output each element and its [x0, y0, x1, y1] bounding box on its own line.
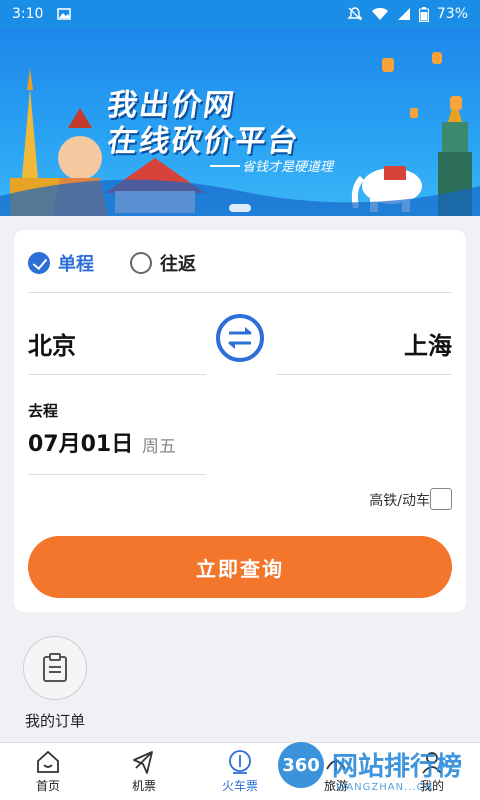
tab-home[interactable]: 首页 [0, 743, 96, 800]
high-speed-checkbox[interactable] [430, 488, 452, 510]
tab-home-label: 首页 [35, 779, 60, 793]
tab-flights-label: 机票 [131, 779, 156, 793]
oneway-radio[interactable] [28, 252, 50, 274]
departure-weekday: 周五 [142, 437, 176, 457]
tab-travel[interactable]: 旅游 [288, 743, 384, 800]
plane-icon [133, 751, 153, 774]
divider [28, 292, 452, 293]
tab-travel-label: 旅游 [323, 779, 348, 793]
roundtrip-label: 往返 [160, 254, 196, 275]
from-city[interactable]: 北京 [28, 326, 76, 361]
signal-icon [397, 8, 410, 20]
search-button[interactable]: 立即查询 [28, 536, 452, 598]
departure-underline [28, 474, 206, 475]
mute-icon [347, 7, 363, 21]
to-city[interactable]: 上海 [404, 326, 452, 361]
from-city-underline [28, 374, 206, 375]
tab-train-label: 火车票 [221, 779, 258, 793]
bottom-tab-bar: 首页 机票 火车票 旅游 我的 [0, 742, 480, 800]
banner-pager-indicator [229, 204, 251, 212]
my-orders-entry[interactable]: 我的订单 [22, 636, 88, 731]
tab-flights[interactable]: 机票 [96, 743, 192, 800]
tab-profile[interactable]: 我的 [384, 743, 480, 800]
swap-cities-icon[interactable] [215, 313, 265, 363]
to-city-underline [276, 374, 452, 375]
oneway-label: 单程 [58, 254, 94, 275]
orders-circle[interactable] [23, 636, 87, 700]
battery-level: 73% [436, 6, 468, 22]
clipboard-icon [43, 653, 67, 682]
clock: 3:10 [12, 6, 44, 22]
departure-label: 去程 [28, 402, 59, 420]
train-icon [229, 750, 251, 774]
trip-type-roundtrip[interactable]: 往返 [130, 250, 196, 276]
battery-icon [418, 6, 429, 22]
banner-title-line2: 在线砍价平台 [105, 124, 302, 159]
ticket-search-card: 单程 往返 北京 上海 去程 07月01日 周五 高铁/动车 立即查询 [14, 230, 466, 612]
promo-banner[interactable]: 我出价网 在线砍价平台 省钱才是硬道理 [0, 28, 480, 216]
tab-profile-label: 我的 [419, 779, 444, 793]
image-notification-icon [57, 8, 72, 20]
status-bar: 3:10 73% [0, 0, 480, 28]
departure-date[interactable]: 07月01日 [28, 426, 133, 458]
lanterns-icon [382, 52, 462, 118]
high-speed-label: 高铁/动车 [369, 493, 430, 509]
wifi-icon [371, 8, 388, 20]
trip-type-oneway[interactable]: 单程 [28, 250, 94, 276]
trip-type-selector: 单程 往返 [28, 248, 232, 278]
user-icon [422, 752, 442, 774]
my-orders-label: 我的订单 [24, 712, 85, 730]
home-icon [37, 750, 59, 773]
roundtrip-radio[interactable] [130, 252, 152, 274]
travel-icon [326, 759, 346, 771]
tab-train[interactable]: 火车票 [192, 743, 288, 800]
